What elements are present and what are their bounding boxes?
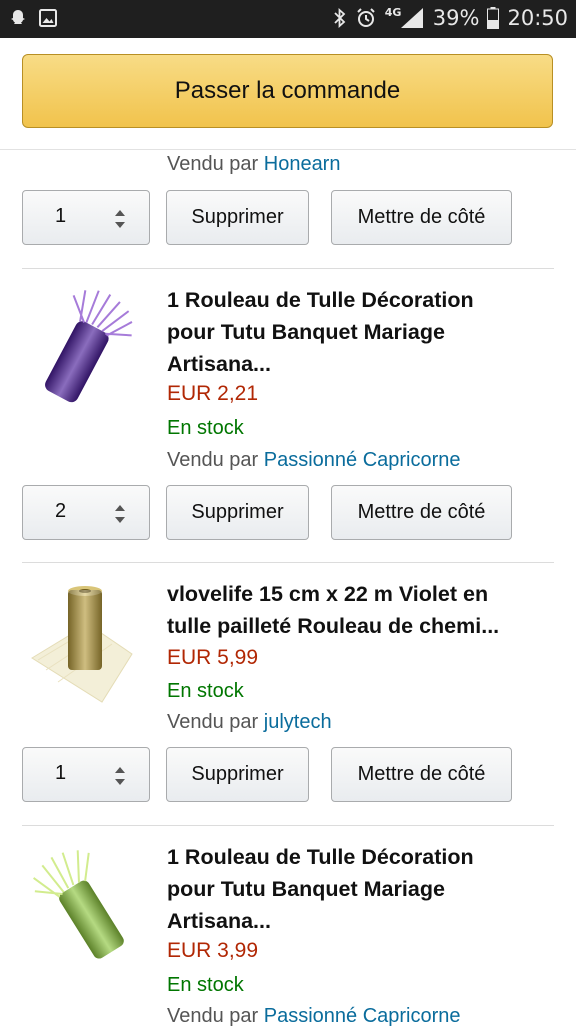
quantity-value: 1 xyxy=(55,762,67,784)
bluetooth-icon xyxy=(333,7,347,29)
product-title[interactable]: vlovelife 15 cm x 22 m Violet en tulle p… xyxy=(167,578,547,642)
quantity-value: 2 xyxy=(55,500,67,522)
item-seller: Vendu par Passionné Capricorne xyxy=(167,449,461,472)
up-down-arrows-icon xyxy=(115,767,125,785)
item-seller: Vendu par julytech xyxy=(167,711,332,734)
delete-button[interactable]: Supprimer xyxy=(166,190,309,245)
header-divider xyxy=(0,149,576,150)
title-line: Artisana... xyxy=(167,352,271,376)
product-image[interactable] xyxy=(28,288,138,408)
item-seller: Vendu par Honearn xyxy=(167,153,340,176)
title-line: 1 Rouleau de Tulle Décoration xyxy=(167,288,474,312)
battery-icon xyxy=(487,7,500,29)
title-line: pour Tutu Banquet Mariage xyxy=(167,320,445,344)
gallery-icon xyxy=(38,8,58,28)
product-title[interactable]: 1 Rouleau de Tulle Décoration pour Tutu … xyxy=(167,841,547,937)
signal-icon: 4G xyxy=(385,6,425,30)
snapchat-ghost-icon xyxy=(8,8,28,28)
up-down-arrows-icon xyxy=(115,210,125,228)
title-line: 1 Rouleau de Tulle Décoration xyxy=(167,845,474,869)
item-divider xyxy=(22,825,554,826)
product-price: EUR 5,99 xyxy=(167,646,259,669)
save-for-later-button[interactable]: Mettre de côté xyxy=(331,747,512,802)
product-image[interactable] xyxy=(28,584,138,704)
product-title[interactable]: 1 Rouleau de Tulle Décoration pour Tutu … xyxy=(167,284,547,380)
delete-button[interactable]: Supprimer xyxy=(166,485,309,540)
item-divider xyxy=(22,562,554,563)
title-line: vlovelife 15 cm x 22 m Violet en xyxy=(167,582,489,606)
save-for-later-button[interactable]: Mettre de côté xyxy=(331,190,512,245)
product-image[interactable] xyxy=(28,846,138,966)
quantity-select[interactable]: 2 xyxy=(22,485,150,540)
battery-percent: 39% xyxy=(432,6,480,30)
title-line: pour Tutu Banquet Mariage xyxy=(167,877,445,901)
quantity-select[interactable]: 1 xyxy=(22,190,150,245)
status-bar: 4G 39% 20:50 xyxy=(0,0,576,38)
clock: 20:50 xyxy=(507,6,568,30)
seller-link[interactable]: julytech xyxy=(264,711,332,733)
seller-prefix: Vendu par xyxy=(167,153,264,175)
title-line: Artisana... xyxy=(167,909,271,933)
up-down-arrows-icon xyxy=(115,505,125,523)
quantity-value: 1 xyxy=(55,205,67,227)
seller-link[interactable]: Honearn xyxy=(264,153,341,175)
seller-link[interactable]: Passionné Capricorne xyxy=(264,449,461,471)
stock-status: En stock xyxy=(167,974,244,996)
item-seller: Vendu par Passionné Capricorne xyxy=(167,1005,461,1028)
item-divider xyxy=(22,268,554,269)
stock-status: En stock xyxy=(167,417,244,439)
quantity-select[interactable]: 1 xyxy=(22,747,150,802)
product-price: EUR 2,21 xyxy=(167,382,259,405)
alarm-icon xyxy=(355,7,377,29)
save-for-later-button[interactable]: Mettre de côté xyxy=(331,485,512,540)
title-line: tulle pailleté Rouleau de chemi... xyxy=(167,614,500,638)
seller-prefix: Vendu par xyxy=(167,711,264,733)
product-price: EUR 3,99 xyxy=(167,939,259,962)
delete-button[interactable]: Supprimer xyxy=(166,747,309,802)
seller-prefix: Vendu par xyxy=(167,449,264,471)
stock-status: En stock xyxy=(167,680,244,702)
checkout-button[interactable]: Passer la commande xyxy=(22,54,553,128)
